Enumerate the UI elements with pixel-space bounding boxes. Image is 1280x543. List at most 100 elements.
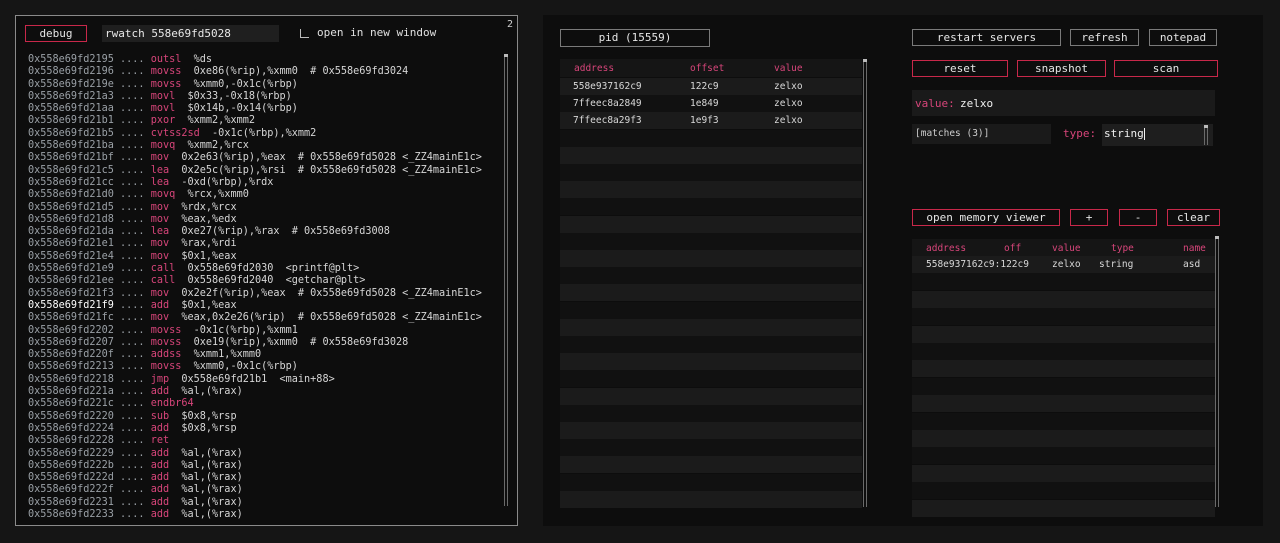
add-watch-button[interactable]: +: [1070, 209, 1108, 226]
empty-table-row[interactable]: [560, 456, 862, 474]
empty-table-row[interactable]: [560, 473, 862, 491]
empty-table-row[interactable]: [560, 490, 862, 508]
empty-table-row[interactable]: [560, 370, 862, 388]
empty-table-row[interactable]: [560, 422, 862, 439]
disassembly-line[interactable]: 0x558e69fd21d8 .... mov %eax,%edx: [28, 214, 502, 226]
empty-table-row[interactable]: [560, 232, 862, 250]
disassembly-line[interactable]: 0x558e69fd21e4 .... mov $0x1,%eax: [28, 251, 502, 263]
empty-table-row[interactable]: [912, 447, 1215, 465]
empty-table-row[interactable]: [560, 198, 862, 216]
empty-table-row[interactable]: [912, 464, 1215, 482]
disassembly-line[interactable]: 0x558e69fd2224 .... add $0x8,%rsp: [28, 423, 502, 435]
scan-results-scrollbar[interactable]: [863, 59, 867, 507]
empty-table-row[interactable]: [560, 404, 862, 422]
debug-button[interactable]: debug: [25, 25, 87, 42]
disassembly-line[interactable]: 0x558e69fd21c5 .... lea 0x2e5c(%rip),%rs…: [28, 165, 502, 177]
scrollbar-thumb[interactable]: [1204, 125, 1208, 128]
disassembly-line[interactable]: 0x558e69fd21ee .... call 0x558e69fd2040 …: [28, 275, 502, 287]
empty-table-row[interactable]: [560, 164, 862, 181]
open-in-new-window-checkbox[interactable]: [300, 29, 309, 38]
empty-table-row[interactable]: [912, 377, 1215, 395]
empty-table-row[interactable]: [912, 412, 1215, 430]
empty-table-row[interactable]: [912, 343, 1215, 360]
disassembly-line[interactable]: 0x558e69fd2202 .... movss -0x1c(%rbp),%x…: [28, 325, 502, 337]
disassembly-line[interactable]: 0x558e69fd2195 .... outsl %ds: [28, 54, 502, 66]
empty-table-row[interactable]: [560, 284, 862, 302]
disassembly-line[interactable]: 0x558e69fd219e .... movss %xmm0,-0x1c(%r…: [28, 79, 502, 91]
disassembly-line[interactable]: 0x558e69fd2228 .... ret: [28, 435, 502, 447]
disassembly-line[interactable]: 0x558e69fd222b .... add %al,(%rax): [28, 460, 502, 472]
disassembly-line[interactable]: 0x558e69fd222f .... add %al,(%rax): [28, 484, 502, 496]
disassembly-line[interactable]: 0x558e69fd2229 .... add %al,(%rax): [28, 448, 502, 460]
disassembly-line[interactable]: 0x558e69fd2213 .... movss %xmm0,-0x1c(%r…: [28, 361, 502, 373]
disassembly-line[interactable]: 0x558e69fd21da .... lea 0xe27(%rip),%rax…: [28, 226, 502, 238]
pid-button[interactable]: pid (15559): [560, 29, 710, 47]
disassembly-line[interactable]: 0x558e69fd2220 .... sub $0x8,%rsp: [28, 411, 502, 423]
disassembly-line[interactable]: 0x558e69fd2233 .... add %al,(%rax): [28, 509, 502, 521]
type-select-scrollbar[interactable]: [1204, 125, 1208, 145]
disassembly-view[interactable]: 0x558e69fd2195 .... outsl %ds 0x558e69fd2…: [28, 54, 502, 521]
disassembly-scrollbar[interactable]: [504, 54, 508, 506]
empty-table-row[interactable]: [560, 387, 862, 405]
disassembly-line[interactable]: 0x558e69fd21f3 .... mov 0x2e2f(%rip),%ea…: [28, 288, 502, 300]
reset-button[interactable]: reset: [912, 60, 1008, 77]
disassembly-line[interactable]: 0x558e69fd21f9 .... add $0x1,%eax: [28, 300, 502, 312]
empty-table-row[interactable]: [560, 129, 862, 147]
empty-table-row[interactable]: [912, 290, 1215, 308]
scrollbar-thumb[interactable]: [1215, 236, 1219, 239]
clear-watch-button[interactable]: clear: [1167, 209, 1220, 226]
disassembly-line[interactable]: 0x558e69fd21d0 .... movq %rcx,%xmm0: [28, 189, 502, 201]
watch-list-scrollbar[interactable]: [1215, 236, 1219, 507]
disassembly-line[interactable]: 0x558e69fd2196 .... movss 0xe86(%rip),%x…: [28, 66, 502, 78]
empty-table-row[interactable]: [560, 146, 862, 164]
disassembly-line[interactable]: 0x558e69fd21b5 .... cvtss2sd -0x1c(%rbp)…: [28, 128, 502, 140]
type-select[interactable]: string: [1102, 124, 1213, 146]
empty-table-row[interactable]: [912, 499, 1215, 517]
value-input[interactable]: zelxo: [960, 97, 993, 110]
disassembly-line[interactable]: 0x558e69fd21ba .... movq %xmm2,%rcx: [28, 140, 502, 152]
scrollbar-thumb[interactable]: [863, 59, 867, 62]
disassembly-line[interactable]: 0x558e69fd21e9 .... call 0x558e69fd2030 …: [28, 263, 502, 275]
empty-table-row[interactable]: [560, 267, 862, 285]
empty-table-row[interactable]: [560, 439, 862, 457]
empty-table-row[interactable]: [912, 482, 1215, 500]
disassembly-line[interactable]: 0x558e69fd21bf .... mov 0x2e63(%rip),%ea…: [28, 152, 502, 164]
empty-table-row[interactable]: [560, 336, 862, 353]
empty-table-row[interactable]: [560, 301, 862, 319]
table-row[interactable]: 558e937162c9 122c9 zelxo: [560, 78, 862, 95]
disassembly-line[interactable]: 0x558e69fd222d .... add %al,(%rax): [28, 472, 502, 484]
disassembly-line[interactable]: 0x558e69fd221c .... endbr64: [28, 398, 502, 410]
empty-table-row[interactable]: [912, 430, 1215, 447]
empty-table-row[interactable]: [912, 325, 1215, 343]
table-row[interactable]: 7ffeec8a2849 1e849 zelxo: [560, 95, 862, 113]
disassembly-line[interactable]: 0x558e69fd21cc .... lea -0xd(%rbp),%rdx: [28, 177, 502, 189]
rwatch-input[interactable]: [102, 25, 279, 42]
scan-button[interactable]: scan: [1114, 60, 1218, 77]
notepad-button[interactable]: notepad: [1149, 29, 1217, 46]
restart-servers-button[interactable]: restart servers: [912, 29, 1061, 46]
empty-table-row[interactable]: [560, 250, 862, 267]
remove-watch-button[interactable]: -: [1119, 209, 1157, 226]
table-row[interactable]: 7ffeec8a29f3 1e9f3 zelxo: [560, 112, 862, 130]
empty-table-row[interactable]: [912, 308, 1215, 326]
table-row[interactable]: 558e937162c9:122c9 zelxo string asd: [912, 256, 1215, 273]
snapshot-button[interactable]: snapshot: [1017, 60, 1106, 77]
empty-table-row[interactable]: [560, 215, 862, 233]
disassembly-line[interactable]: 0x558e69fd2231 .... add %al,(%rax): [28, 497, 502, 509]
disassembly-line[interactable]: 0x558e69fd21fc .... mov %eax,0x2e26(%rip…: [28, 312, 502, 324]
empty-table-row[interactable]: [912, 273, 1215, 291]
disassembly-line[interactable]: 0x558e69fd21b1 .... pxor %xmm2,%xmm2: [28, 115, 502, 127]
open-memory-viewer-button[interactable]: open memory viewer: [912, 209, 1060, 226]
disassembly-line[interactable]: 0x558e69fd21aa .... movl $0x14b,-0x14(%r…: [28, 103, 502, 115]
disassembly-line[interactable]: 0x558e69fd21d5 .... mov %rdx,%rcx: [28, 202, 502, 214]
disassembly-line[interactable]: 0x558e69fd2207 .... movss 0xe19(%rip),%x…: [28, 337, 502, 349]
scrollbar-thumb[interactable]: [504, 54, 508, 57]
disassembly-line[interactable]: 0x558e69fd221a .... add %al,(%rax): [28, 386, 502, 398]
empty-table-row[interactable]: [560, 353, 862, 371]
disassembly-line[interactable]: 0x558e69fd21a3 .... movl $0x33,-0x18(%rb…: [28, 91, 502, 103]
disassembly-line[interactable]: 0x558e69fd2218 .... jmp 0x558e69fd21b1 <…: [28, 374, 502, 386]
disassembly-line[interactable]: 0x558e69fd21e1 .... mov %rax,%rdi: [28, 238, 502, 250]
refresh-button[interactable]: refresh: [1070, 29, 1139, 46]
value-field[interactable]: value: zelxo: [912, 90, 1215, 116]
disassembly-line[interactable]: 0x558e69fd220f .... addss %xmm1,%xmm0: [28, 349, 502, 361]
